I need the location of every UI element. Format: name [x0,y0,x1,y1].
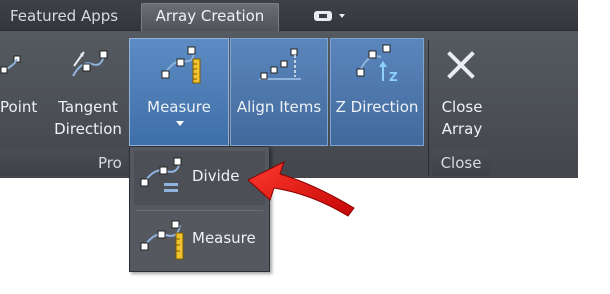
measure-icon [140,220,184,260]
point-path-icon [0,55,21,74]
measure-label: Measure [147,98,211,116]
align-items-button[interactable]: Align Items [230,38,328,146]
tangent-label-line1: Tangent [58,98,118,116]
panel-label-text: Pro [98,154,122,172]
workspace-menu-icon[interactable] [312,8,352,24]
panel-label-properties: Pro [0,150,128,176]
align-items-label: Align Items [236,98,322,116]
z-direction-icon: Z [356,44,398,84]
measure-split-button[interactable]: Measure [129,38,229,146]
close-icon [447,51,475,79]
tangent-label-line2: Direction [54,120,122,138]
close-label-line2: Array [441,120,483,138]
panel-label-close: Close [432,150,490,176]
ribbon-tab-bar: Featured Apps Array Creation [0,0,578,31]
align-items-icon [259,48,301,80]
z-direction-label: Z Direction [335,98,419,116]
callout-arrow-icon [247,161,355,217]
measure-ruler-icon [161,46,201,84]
divide-icon [140,157,182,192]
tab-featured-apps[interactable]: Featured Apps [0,4,138,28]
point-button[interactable]: Point [0,38,52,148]
ribbon: Featured Apps Array Creation Point Tange… [0,0,578,178]
close-array-button[interactable]: Close Array [432,38,492,148]
tangent-direction-button[interactable]: Tangent Direction [52,38,124,148]
svg-text:Z: Z [389,70,398,84]
panel-separator [428,40,429,176]
tab-array-creation[interactable]: Array Creation [141,3,279,31]
tangent-direction-icon [72,50,108,77]
z-direction-button[interactable]: Z Z Direction [330,38,424,146]
measure-menu-label: Measure [192,229,256,247]
divide-label: Divide [192,167,240,185]
close-label-line1: Close [441,98,483,116]
point-label: Point [0,98,38,116]
chevron-down-icon [176,121,184,126]
